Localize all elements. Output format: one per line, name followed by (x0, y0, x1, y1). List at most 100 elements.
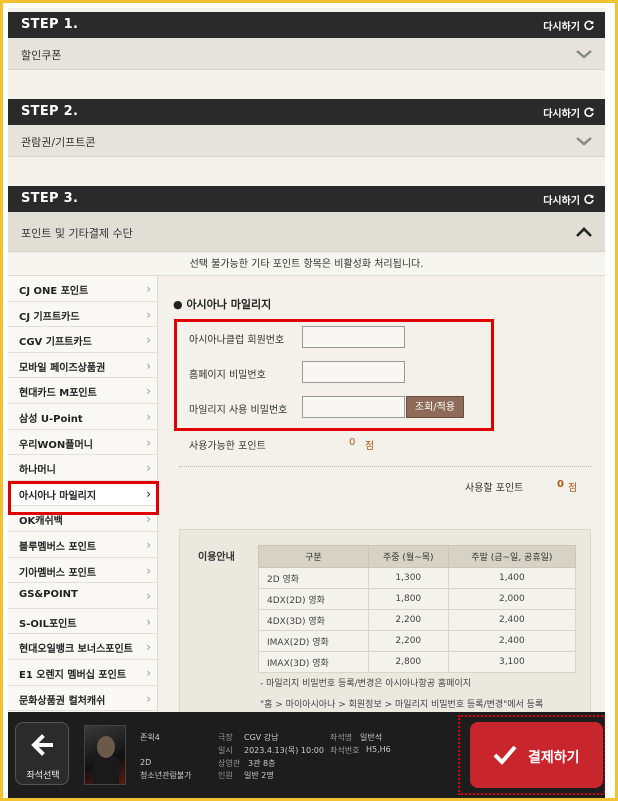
method-item-hyundai-mpoint[interactable]: 현대카드 M포인트 › (8, 378, 158, 404)
pay-label: 결제하기 (528, 750, 580, 766)
cell: 3,100 (447, 651, 577, 673)
member-number-input[interactable] (303, 327, 404, 347)
method-item-kia-members[interactable]: 기아멤버스 포인트 › (8, 558, 158, 584)
method-label: CJ 기프트카드 (19, 311, 80, 323)
mileage-password-input[interactable] (303, 397, 404, 417)
chevron-down-icon (576, 137, 592, 146)
homepage-password-label: 홈페이지 비밀번호 (189, 370, 266, 381)
refresh-icon (584, 194, 594, 204)
seat-select-back-button[interactable]: 좌석선택 (15, 722, 69, 785)
method-label: 현대카드 M포인트 (19, 388, 97, 400)
col-header-weekday: 주중 (월~목) (367, 545, 449, 568)
chevron-right-icon: › (146, 691, 151, 706)
method-item-ok-cashbag[interactable]: OK캐쉬백 › (8, 506, 158, 532)
homepage-password-field[interactable] (302, 361, 405, 383)
cell: 1,300 (367, 567, 449, 589)
panel-title: ● 아시아나 마일리지 (173, 298, 272, 311)
section-label: 할인쿠폰 (21, 49, 62, 62)
method-item-hyundai-oilbank[interactable]: 현대오일뱅크 보너스포인트 › (8, 634, 158, 660)
member-number-label: 아시아나클럽 회원번호 (189, 335, 285, 346)
method-item-hana-money[interactable]: 하나머니 › (8, 455, 158, 481)
seat-type-label: 좌석명 (330, 733, 353, 742)
discount-coupon-section[interactable]: 할인쿠폰 (8, 38, 605, 70)
divider (179, 466, 591, 467)
cell: 2,200 (367, 630, 449, 652)
chevron-right-icon: › (146, 333, 151, 348)
cell: 2,000 (447, 588, 577, 610)
movie-rating: 청소년관람불가 (140, 771, 192, 780)
mileage-password-field[interactable] (302, 396, 405, 418)
use-points-unit: 점 (568, 483, 578, 494)
refresh-icon (584, 107, 594, 117)
method-item-s-oil[interactable]: S-OIL포인트 › (8, 609, 158, 635)
cell: 2,200 (367, 609, 449, 631)
method-label: GS&POINT (19, 589, 78, 601)
usage-guide: 이용안내 구분 주중 (월~목) 주말 (금~일, 공휴일) 2D 영화 1,30… (179, 529, 591, 729)
retry-label: 다시하기 (543, 22, 580, 33)
available-points-unit: 점 (365, 441, 375, 452)
step-3-title: STEP 3. (21, 191, 79, 206)
member-number-field[interactable] (302, 326, 405, 348)
lookup-apply-button[interactable]: 조회/적용 (406, 396, 464, 418)
cell: 2,800 (367, 651, 449, 673)
asiana-mileage-panel: ● 아시아나 마일리지 아시아나클럽 회원번호 홈페이지 비밀번호 마일리지 사… (159, 276, 605, 729)
date-value: 2023.4.13(목) 10:00 (244, 746, 324, 755)
method-label: 삼성 U-Point (19, 414, 83, 425)
seat-number-value: H5,H6 (366, 745, 391, 754)
checkmark-icon (493, 745, 517, 765)
chevron-right-icon: › (146, 282, 151, 296)
use-points-label: 사용할 포인트 (465, 483, 524, 494)
method-item-asiana-mileage[interactable]: 아시아나 마일리지 › (8, 480, 158, 507)
method-item-cj-one[interactable]: CJ ONE 포인트 › (8, 276, 158, 302)
disabled-points-notice: 선택 불가능한 기타 포인트 항목은 비활성화 처리됩니다. (8, 254, 605, 276)
method-item-cj-giftcard[interactable]: CJ 기프트카드 › (8, 302, 158, 328)
method-label: OK캐쉬백 (19, 516, 63, 528)
table-row: IMAX(2D) 영화 2,200 2,400 (258, 630, 577, 652)
points-other-payment-section[interactable]: 포인트 및 기타결제 수단 (8, 212, 605, 252)
method-label: 모바일 페이즈상품권 (19, 362, 106, 374)
method-label: CGV 기프트카드 (19, 337, 92, 349)
pay-button[interactable]: 결제하기 (470, 722, 603, 788)
payment-page: STEP 1. 다시하기 할인쿠폰 STEP 2. 다시하기 관람권/기프트콘 … (8, 8, 605, 798)
table-row: 4DX(2D) 영화 1,800 2,000 (258, 588, 577, 610)
people-value: 일반 2명 (244, 771, 274, 780)
chevron-right-icon: › (146, 486, 151, 501)
movie-format: 2D (140, 758, 152, 767)
section-label: 관람권/기프트콘 (21, 136, 96, 149)
available-points-label: 사용가능한 포인트 (189, 441, 266, 452)
people-label: 인원 (218, 771, 233, 780)
method-label: 블루멤버스 포인트 (19, 542, 97, 553)
method-item-samsung-upoint[interactable]: 삼성 U-Point › (8, 404, 158, 430)
chevron-right-icon: › (146, 563, 151, 578)
cell: 2D 영화 (258, 567, 369, 589)
screenshot-frame: STEP 1. 다시하기 할인쿠폰 STEP 2. 다시하기 관람권/기프트콘 … (0, 0, 618, 801)
table-row: IMAX(3D) 영화 2,800 3,100 (258, 651, 577, 673)
method-item-culture-cash[interactable]: 문화상품권 컬처캐쉬 › (8, 686, 158, 712)
method-item-cgv-giftcard[interactable]: CGV 기프트카드 › (8, 327, 158, 353)
chevron-right-icon: › (146, 435, 151, 450)
col-header-weekend: 주말 (금~일, 공휴일) (447, 545, 577, 568)
method-label: S-OIL포인트 (19, 618, 77, 630)
retry-label: 다시하기 (543, 109, 580, 120)
method-item-mobile-voucher[interactable]: 모바일 페이즈상품권 › (8, 353, 158, 379)
method-item-gs-point[interactable]: GS&POINT › (8, 583, 158, 609)
method-label: 아시아나 마일리지 (19, 490, 97, 502)
step-3-retry-button[interactable]: 다시하기 (543, 192, 595, 207)
homepage-password-input[interactable] (303, 362, 404, 382)
screen-label: 상영관 (218, 759, 241, 768)
poster-face (97, 736, 115, 758)
cell: 2,400 (447, 609, 577, 631)
theater-value: CGV 강남 (244, 733, 279, 742)
step-1-retry-button[interactable]: 다시하기 (543, 18, 595, 33)
seat-number-label: 좌석번호 (330, 746, 360, 755)
method-item-woori-won[interactable]: 우리WON플머니 › (8, 430, 158, 456)
screen-value: 3관 8층 (248, 759, 276, 768)
step-2-retry-button[interactable]: 다시하기 (543, 105, 595, 120)
method-label: 우리WON플머니 (19, 439, 93, 451)
method-label: 하나머니 (19, 465, 56, 477)
cell: 1,400 (447, 567, 577, 589)
gift-ticket-section[interactable]: 관람권/기프트콘 (8, 125, 605, 157)
method-item-e1-orange[interactable]: E1 오렌지 멤버십 포인트 › (8, 660, 158, 686)
date-label: 일시 (218, 746, 233, 755)
method-item-blue-members[interactable]: 블루멤버스 포인트 › (8, 532, 158, 558)
